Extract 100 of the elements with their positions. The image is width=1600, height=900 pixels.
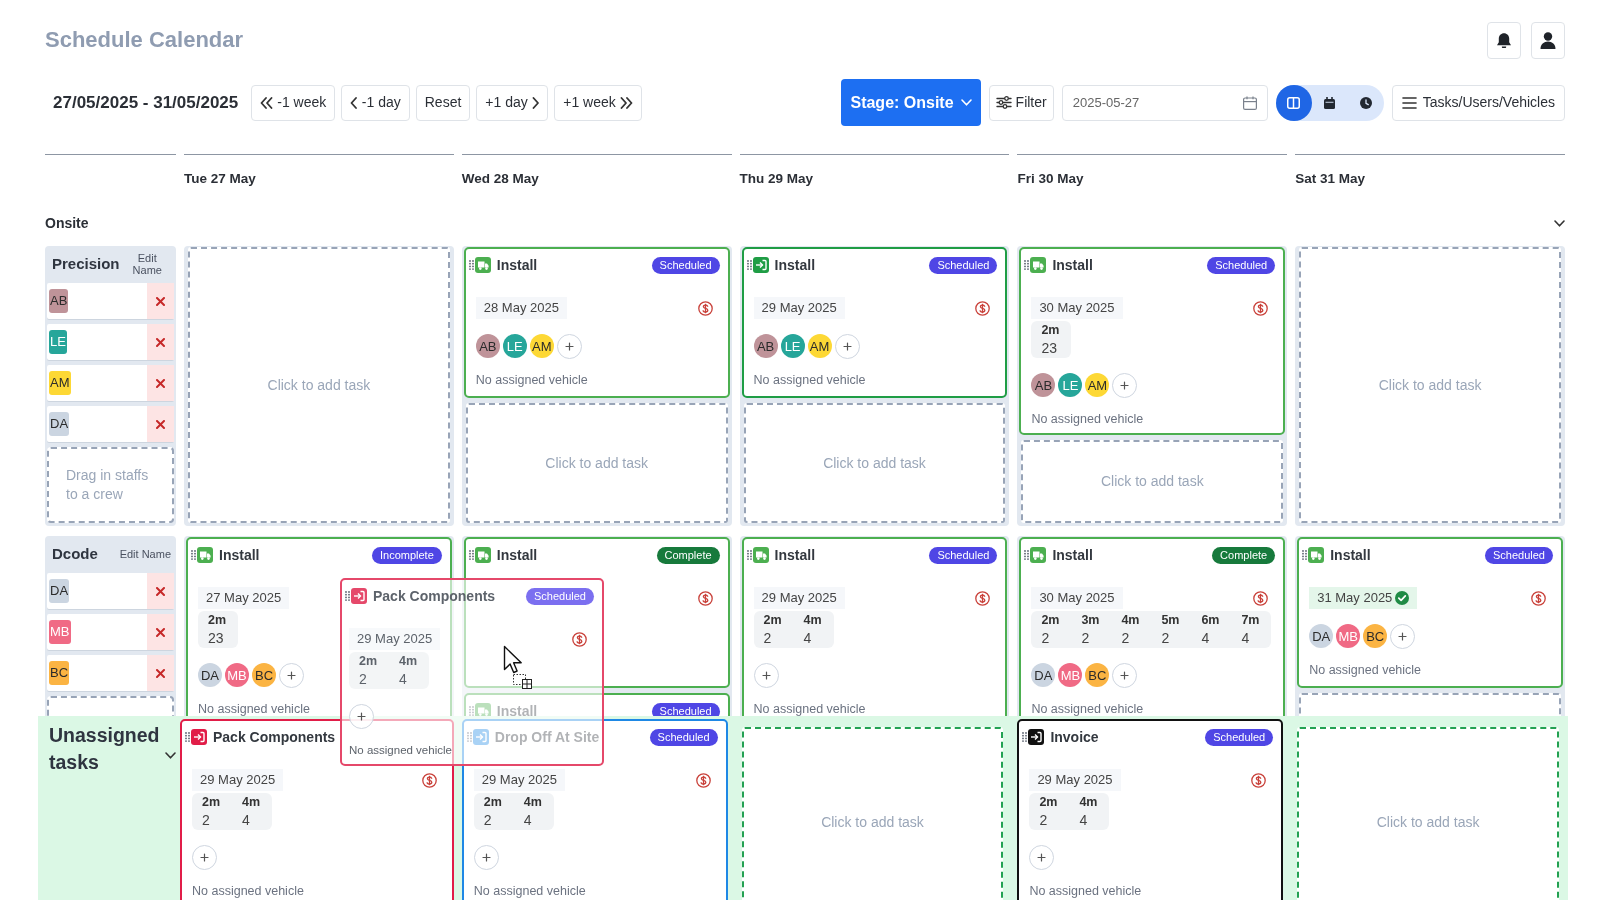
add-staff-button[interactable] xyxy=(1112,662,1138,688)
drag-handle-icon[interactable] xyxy=(191,549,196,561)
task-date: 30 May 2025 xyxy=(1031,297,1123,319)
duration-value: 4 xyxy=(1079,811,1089,829)
add-staff-button[interactable] xyxy=(192,844,217,870)
duration-label: 4m xyxy=(1079,794,1099,811)
duration-label: 2m xyxy=(1039,794,1059,811)
drag-handle-icon[interactable] xyxy=(468,705,474,716)
staff-avatar: AM xyxy=(807,334,832,358)
next-week-button[interactable]: +1 week xyxy=(554,84,642,121)
sliders-icon xyxy=(995,96,1012,109)
account-button[interactable] xyxy=(1531,21,1565,59)
drag-handle-icon[interactable] xyxy=(1024,549,1030,561)
add-staff-button[interactable] xyxy=(279,662,304,688)
add-staff-button[interactable] xyxy=(1390,623,1416,649)
drag-handle-icon[interactable] xyxy=(468,549,474,561)
staff-avatar: DA xyxy=(198,663,222,687)
user-icon xyxy=(1540,31,1556,49)
edit-name-button[interactable]: Edit Name xyxy=(119,548,171,560)
chevron-left-icon xyxy=(350,96,358,109)
day-heading: Thu 29 May xyxy=(739,171,814,186)
remove-staff-button[interactable] xyxy=(147,283,174,319)
chevron-down-icon[interactable] xyxy=(165,752,176,759)
plus-icon xyxy=(842,341,852,351)
truck-icon xyxy=(1308,547,1325,563)
staff-row[interactable]: AM xyxy=(47,365,174,401)
add-staff-button[interactable] xyxy=(556,333,582,359)
edit-name-button[interactable]: Edit Name xyxy=(123,252,171,276)
drag-handle-icon[interactable] xyxy=(746,549,752,561)
staff-avatar: AM xyxy=(1085,373,1110,397)
columns-icon xyxy=(1287,96,1301,109)
add-staff-button[interactable] xyxy=(473,844,499,870)
vehicle-status: No assigned vehicle xyxy=(198,701,311,716)
unassigned-heading: Unassigned tasks xyxy=(49,723,161,775)
next-day-button[interactable]: +1 day xyxy=(476,84,549,121)
remove-staff-button[interactable] xyxy=(147,655,174,691)
remove-staff-button[interactable] xyxy=(147,573,174,609)
calendar-icon[interactable] xyxy=(1242,95,1257,110)
drag-handle-icon[interactable] xyxy=(1024,259,1030,271)
vehicle-status: No assigned vehicle xyxy=(475,372,589,389)
remove-staff-button[interactable] xyxy=(147,324,174,360)
staff-row[interactable]: DA xyxy=(47,573,174,609)
reset-button[interactable]: Reset xyxy=(415,84,471,121)
duration-label: 2m xyxy=(208,612,228,629)
staff-row[interactable]: DA xyxy=(47,406,174,442)
close-icon xyxy=(156,668,165,678)
task-title: Invoice xyxy=(1050,727,1099,747)
drag-handle-icon[interactable] xyxy=(746,259,752,271)
close-icon xyxy=(156,378,165,388)
staff-tag[interactable]: AM xyxy=(49,371,71,395)
duration-value: 4 xyxy=(523,811,533,829)
clock-icon xyxy=(1359,96,1372,109)
tasks-users-vehicles-button[interactable]: Tasks/Users/Vehicles xyxy=(1391,84,1565,121)
task-date: 29 May 2025 xyxy=(753,297,845,319)
date-field[interactable]: 2025-05-27 xyxy=(1061,84,1268,121)
previous-day-button[interactable]: -1 day xyxy=(341,84,410,121)
plus-icon xyxy=(1120,670,1130,680)
stage-button[interactable]: Stage: Onsite xyxy=(841,79,981,126)
add-staff-button[interactable] xyxy=(834,333,860,359)
task-title: Pack Components xyxy=(213,727,336,747)
stage-heading: Onsite xyxy=(45,214,89,233)
staff-row[interactable]: BC xyxy=(47,655,174,691)
notifications-button[interactable] xyxy=(1487,21,1521,59)
add-staff-button[interactable] xyxy=(1029,844,1055,870)
add-staff-button[interactable] xyxy=(1112,372,1138,398)
staff-tag[interactable]: BC xyxy=(49,661,70,685)
crew-name: Precision xyxy=(52,253,120,274)
plus-icon xyxy=(761,670,771,680)
remove-staff-button[interactable] xyxy=(147,406,174,442)
staff-tag[interactable]: AB xyxy=(49,289,69,313)
staff-tag[interactable]: DA xyxy=(49,412,70,436)
drag-handle-icon[interactable] xyxy=(185,731,190,743)
drag-handle-icon[interactable] xyxy=(345,590,350,602)
staff-tag[interactable]: DA xyxy=(49,579,70,603)
duration-value: 2 xyxy=(1161,629,1171,647)
filter-button[interactable]: Filter xyxy=(988,84,1054,121)
task-date: 29 May 2025 xyxy=(349,628,441,650)
add-staff-button[interactable] xyxy=(753,662,779,688)
remove-staff-button[interactable] xyxy=(147,614,174,650)
drag-handle-icon[interactable] xyxy=(466,731,472,743)
staff-row[interactable]: AB xyxy=(47,283,174,319)
remove-staff-button[interactable] xyxy=(147,365,174,401)
plus-icon xyxy=(200,852,209,862)
close-icon xyxy=(156,419,165,429)
date-range: 27/05/2025 - 31/05/2025 xyxy=(53,91,239,114)
drag-handle-icon[interactable] xyxy=(1022,731,1028,743)
bell-icon xyxy=(1496,32,1512,48)
chevron-right-icon xyxy=(531,96,540,109)
plus-icon xyxy=(1398,631,1408,641)
duration-label: 7m xyxy=(1241,612,1261,629)
page-title: Schedule Calendar xyxy=(45,26,244,54)
plus-icon xyxy=(357,711,366,721)
previous-week-button[interactable]: -1 week xyxy=(251,84,336,121)
vehicle-status: No assigned vehicle xyxy=(1309,662,1423,679)
staff-avatar: BC xyxy=(252,663,276,687)
drop-zone: Drag in staffs to a crew xyxy=(47,447,174,523)
drag-handle-icon[interactable] xyxy=(468,259,474,271)
drag-handle-icon[interactable] xyxy=(1302,549,1308,561)
day-heading: Tue 27 May xyxy=(184,171,256,186)
chevron-down-icon[interactable] xyxy=(1554,219,1565,227)
